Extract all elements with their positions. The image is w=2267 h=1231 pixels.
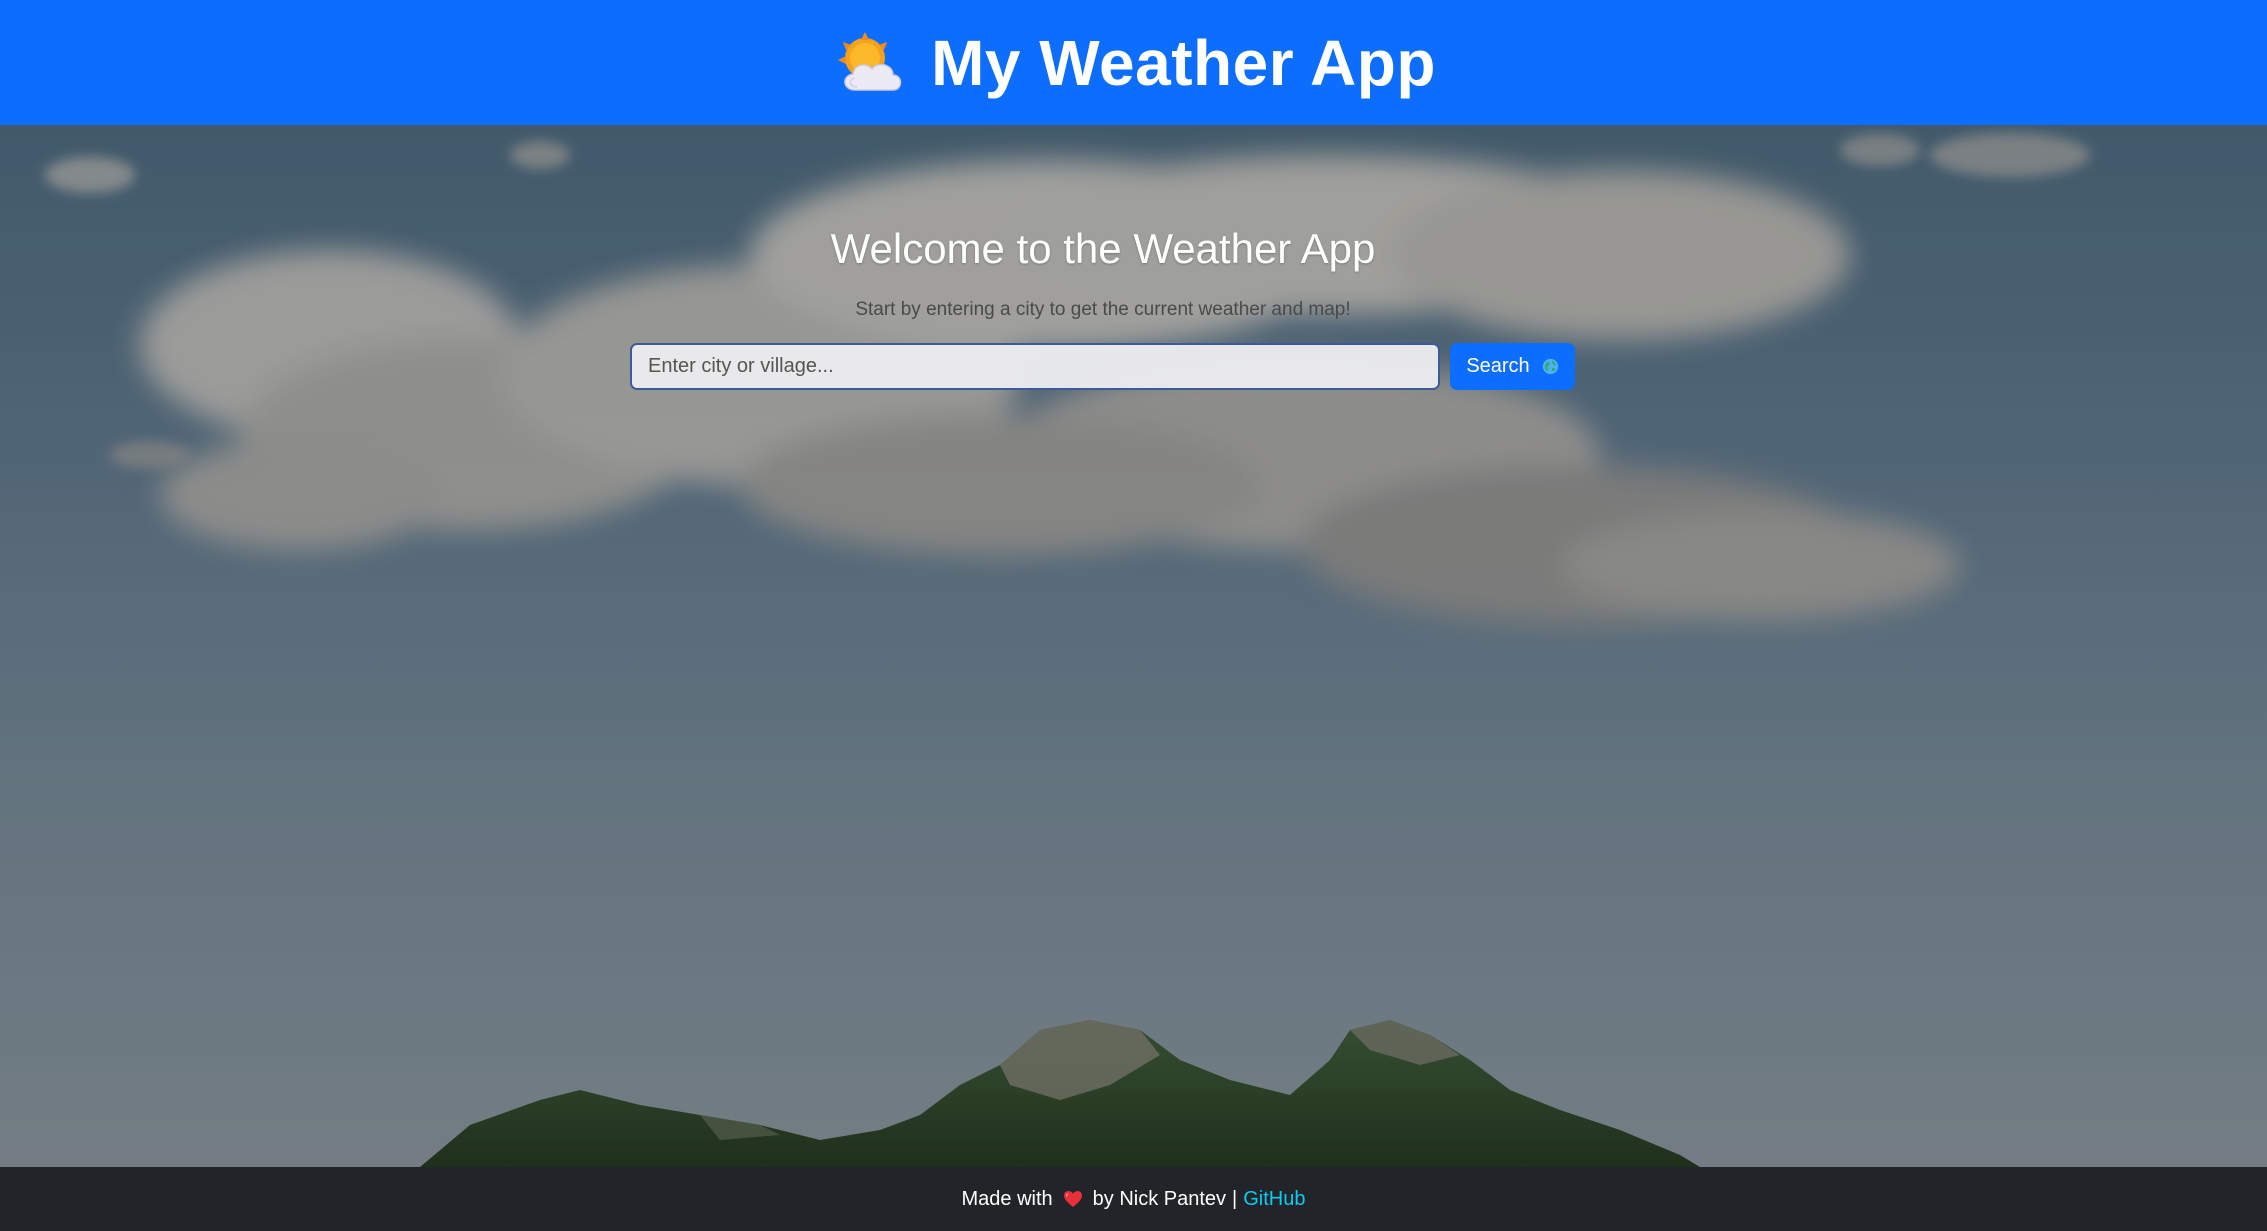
app-title: My Weather App	[931, 26, 1436, 99]
welcome-section: Welcome to the Weather App	[0, 225, 2206, 273]
search-button[interactable]: Search	[1450, 343, 1575, 390]
footer-author: by Nick Pantev	[1092, 1187, 1227, 1210]
footer-made-with: Made with	[961, 1187, 1053, 1210]
sun-behind-cloud-icon	[838, 31, 902, 91]
brand: My Weather App	[835, 26, 1436, 100]
heart-icon	[1063, 1191, 1082, 1207]
background-image	[0, 125, 2267, 1167]
app-header: My Weather App	[0, 0, 2267, 125]
globe-icon	[1542, 358, 1558, 375]
city-search-input[interactable]	[630, 343, 1440, 390]
welcome-title: Welcome to the Weather App	[830, 225, 1376, 272]
welcome-subtitle: Start by entering a city to get the curr…	[855, 299, 1351, 320]
search-button-label: Search	[1466, 355, 1530, 377]
github-link[interactable]: GitHub	[1243, 1188, 1305, 1211]
page-footer: Made with by Nick Pantev | GitHub	[0, 1167, 2267, 1231]
footer-separator: |	[1232, 1187, 1238, 1210]
